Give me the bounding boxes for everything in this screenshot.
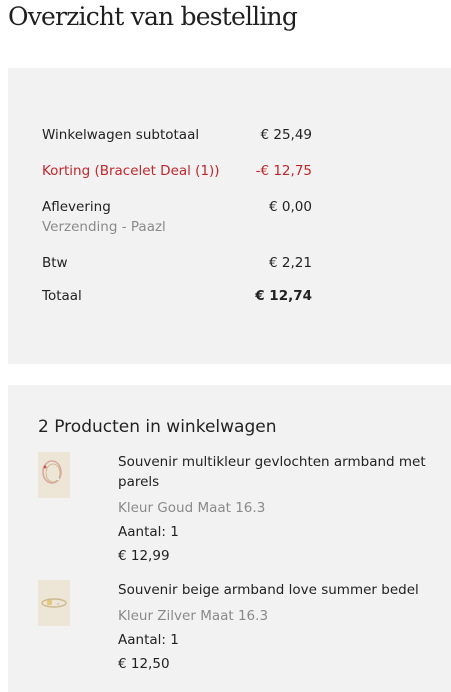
subtotal-value: € 25,49: [260, 127, 312, 143]
bracelet-icon: [42, 460, 62, 484]
subtotal-label: Winkelwagen subtotaal: [42, 127, 200, 143]
order-summary-panel: Winkelwagen subtotaal € 25,49 Korting (B…: [8, 68, 451, 364]
product-info: Souvenir multikleur gevlochten armband m…: [118, 452, 428, 564]
shipping-method: Verzending - Paazl: [42, 219, 166, 235]
product-thumbnail[interactable]: [38, 452, 70, 498]
product-price: € 12,50: [118, 656, 170, 672]
tax-label: Btw: [42, 255, 68, 271]
shipping-label: Aflevering: [42, 199, 111, 215]
product-name[interactable]: Souvenir beige armband love summer bedel: [118, 580, 428, 600]
product-name[interactable]: Souvenir multikleur gevlochten armband m…: [118, 452, 428, 492]
product-info: Souvenir beige armband love summer bedel…: [118, 580, 428, 672]
bracelet-icon: [41, 598, 67, 608]
product-price: € 12,99: [118, 548, 170, 564]
product-quantity: Aantal: 1: [118, 632, 179, 648]
tax-value: € 2,21: [269, 255, 312, 271]
product-quantity: Aantal: 1: [118, 524, 179, 540]
product-variant: Kleur Goud Maat 16.3: [118, 500, 266, 516]
page-title: Overzicht van bestelling: [8, 2, 298, 31]
total-value: € 12,74: [255, 288, 312, 304]
product-variant: Kleur Zilver Maat 16.3: [118, 608, 269, 624]
cart-title: 2 Producten in winkelwagen: [38, 417, 277, 437]
discount-label: Korting (Bracelet Deal (1)): [42, 163, 220, 179]
discount-value: -€ 12,75: [255, 163, 312, 179]
total-label: Totaal: [42, 288, 82, 304]
cart-panel: 2 Producten in winkelwagen Souvenir mult…: [8, 385, 451, 692]
product-thumbnail[interactable]: [38, 580, 70, 626]
shipping-value: € 0,00: [269, 199, 312, 215]
